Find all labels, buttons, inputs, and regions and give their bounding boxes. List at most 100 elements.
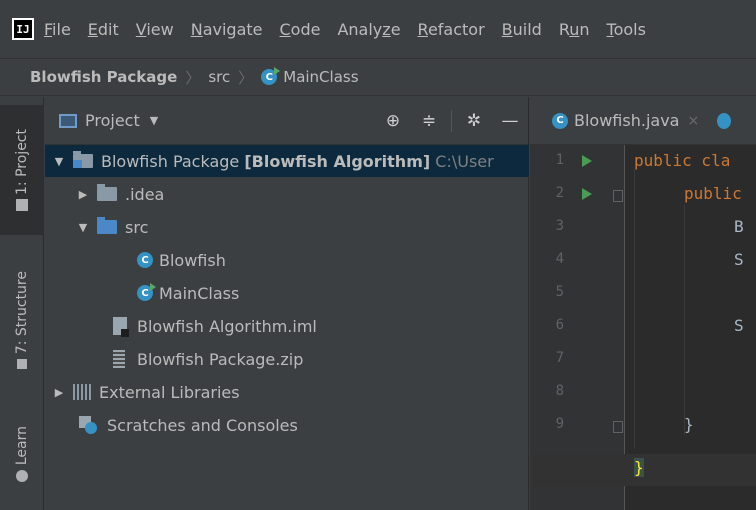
menu-analyze[interactable]: Analyze [337,20,400,39]
java-class-icon[interactable] [717,112,732,129]
java-class-icon: C [137,252,153,268]
menu-view[interactable]: View [136,20,174,39]
editor-area: C Blowfish.java × 1 2 3 4 5 6 7 8 9 10 p… [530,97,756,510]
structure-icon [17,358,27,369]
line-number: 8 [555,383,564,399]
module-file-icon [113,317,129,337]
indent-guide [634,169,635,449]
project-panel-header: Project ▼ ⊕ ≑ ✲ — [45,97,528,145]
project-view-selector[interactable]: Project [85,111,140,130]
line-number: 3 [555,218,564,234]
iml-label: Blowfish Algorithm.iml [137,316,317,336]
run-gutter-icon[interactable] [582,188,592,200]
breadcrumb-separator: 〉 [238,68,254,87]
code-line-4: S [734,250,744,269]
code-line-1: public cla [634,151,731,170]
breadcrumb-src[interactable]: src [208,68,230,86]
root-module: [Blowfish Algorithm] [244,151,431,171]
menu-refactor[interactable]: Refactor [418,20,485,39]
java-class-icon: C [261,67,281,85]
tree-node-mainclass[interactable]: C MainClass [137,277,239,309]
menu-navigate[interactable]: Navigate [191,20,263,39]
locate-target-icon[interactable]: ⊕ [375,111,411,131]
menu-run[interactable]: Run [559,20,590,39]
line-number: 6 [555,317,564,333]
tab-blowfish-java[interactable]: C Blowfish.java × [530,97,699,144]
project-panel: Project ▼ ⊕ ≑ ✲ — ▼ Blowfish Package [Bl… [45,97,529,510]
chevron-down-icon[interactable]: ▼ [150,114,158,127]
hide-panel-icon[interactable]: — [492,111,528,131]
tree-node-zip[interactable]: Blowfish Package.zip [113,343,303,375]
tree-node-blowfish[interactable]: C Blowfish [137,244,226,276]
collapsed-arrow-icon[interactable]: ▶ [51,386,67,399]
external-libraries-label: External Libraries [99,382,240,402]
scratches-icon [79,416,97,434]
menu-code[interactable]: Code [280,20,321,39]
folder-icon [97,184,117,201]
intellij-logo-icon: IJ [12,18,34,40]
tab-project-label: 1: Project [14,129,30,195]
java-main-class-icon: C [137,283,156,301]
zip-archive-icon [113,350,125,368]
indent-guide [684,205,685,435]
library-icon [73,384,91,400]
tree-node-iml[interactable]: Blowfish Algorithm.iml [113,310,317,342]
tool-window-strip: 1: Project 7: Structure Learn [0,97,44,510]
editor-tab-bar: C Blowfish.java × [530,97,756,145]
idea-label: .idea [125,184,165,204]
blowfish-label: Blowfish [159,250,226,270]
menu-tools[interactable]: Tools [607,20,646,39]
fold-icon[interactable] [613,190,623,202]
breadcrumb: Blowfish Package 〉 src 〉 C MainClass [0,58,756,96]
tree-node-root[interactable]: ▼ Blowfish Package [Blowfish Algorithm] … [45,145,529,177]
run-gutter-icon[interactable] [582,155,592,167]
zip-label: Blowfish Package.zip [137,349,304,369]
breadcrumb-mainclass[interactable]: MainClass [283,68,358,86]
code-line-6: S [734,316,744,335]
scratches-label: Scratches and Consoles [107,415,298,435]
tree-node-idea[interactable]: ▶ .idea [75,178,164,210]
code-line-9: } [684,415,694,434]
line-number: 5 [555,284,564,300]
tab-blowfish-java-label: Blowfish.java [574,111,680,130]
line-number: 2 [555,185,564,201]
learn-icon [16,469,28,482]
tree-node-src[interactable]: ▼ src [75,211,148,243]
root-path: C:\User [435,151,494,171]
menu-build[interactable]: Build [502,20,542,39]
fold-icon[interactable] [613,421,623,433]
tab-project[interactable]: 1: Project [0,105,44,235]
collapse-all-icon[interactable]: ≑ [411,111,447,131]
project-window-icon [59,113,77,128]
code-area[interactable]: public cla public B S S } } [626,145,756,510]
tab-structure[interactable]: 7: Structure [0,255,44,385]
line-number: 9 [555,416,564,432]
menu-edit[interactable]: Edit [88,20,119,39]
code-line-3: B [734,217,744,236]
toolbar-separator [451,110,452,132]
mainclass-label: MainClass [159,283,240,303]
menu-file[interactable]: File [44,20,71,39]
folder-icon [16,198,28,211]
root-name: Blowfish Package [101,151,240,171]
menu-bar: IJ File Edit View Navigate Code Analyze … [0,0,756,58]
close-icon[interactable]: × [687,113,699,129]
tab-learn-label: Learn [14,426,30,466]
module-folder-icon [73,151,93,168]
tab-learn[interactable]: Learn [0,409,44,499]
tree-node-scratches[interactable]: Scratches and Consoles [79,409,298,441]
line-number: 1 [555,152,564,168]
expanded-arrow-icon[interactable]: ▼ [51,155,67,168]
java-class-icon: C [552,112,568,129]
line-number: 4 [555,251,564,267]
src-label: src [125,217,149,237]
code-line-10: } [634,458,644,477]
breadcrumb-project[interactable]: Blowfish Package [30,68,177,86]
tree-node-external-libraries[interactable]: ▶ External Libraries [51,376,240,408]
breadcrumb-separator: 〉 [185,68,201,87]
code-line-2: public [684,184,742,203]
expanded-arrow-icon[interactable]: ▼ [75,221,91,234]
gear-icon[interactable]: ✲ [456,111,492,131]
collapsed-arrow-icon[interactable]: ▶ [75,188,91,201]
line-number: 7 [555,350,564,366]
